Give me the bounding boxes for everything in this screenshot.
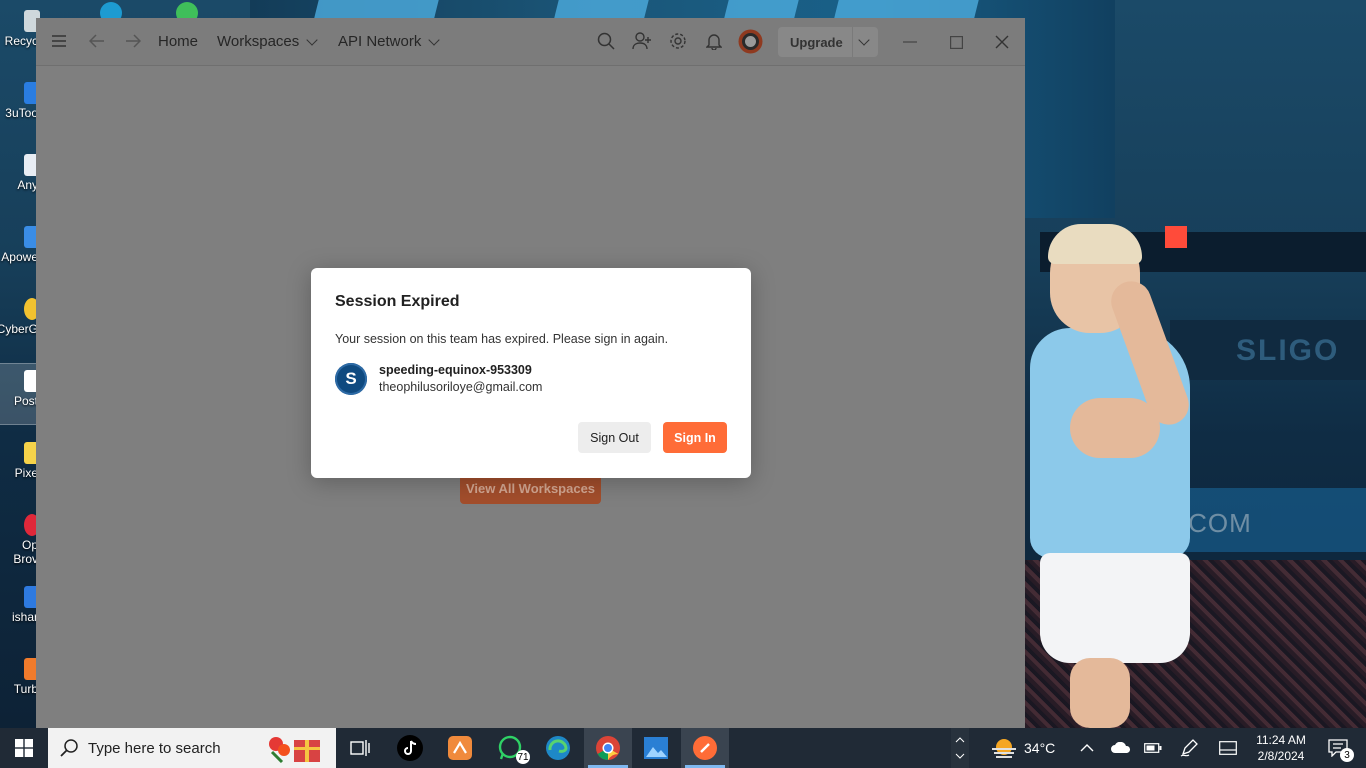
desktop-icon-turbo[interactable]: Turb: [0, 652, 40, 712]
app-orange-icon: [448, 736, 472, 760]
search-icon[interactable]: [595, 30, 617, 52]
close-window-icon[interactable]: [990, 30, 1014, 54]
taskbar-scroll-arrows[interactable]: [951, 728, 969, 768]
taskbar-app-whatsapp[interactable]: 71: [486, 728, 534, 768]
search-highlight-gift-icon: [269, 737, 320, 764]
weather-widget[interactable]: 34°C: [990, 728, 1055, 768]
hamburger-menu-icon[interactable]: [48, 30, 70, 52]
desktop-icon-apowersoft[interactable]: Apowe: [0, 220, 40, 280]
weather-temperature: 34°C: [1024, 740, 1056, 756]
chevron-down-icon: [306, 33, 318, 46]
desktop-icon-opera[interactable]: Op Brov: [0, 508, 40, 568]
maximize-icon[interactable]: [944, 30, 968, 54]
start-button[interactable]: [0, 728, 48, 768]
clock-date: 2/8/2024: [1257, 749, 1305, 763]
postman-icon: [693, 736, 717, 760]
chevron-down-icon: [955, 753, 965, 759]
tablet-mode-icon: [1219, 741, 1237, 755]
app-header: Home Workspaces API Network Upgrade: [36, 18, 1025, 66]
back-arrow-icon[interactable]: [86, 30, 108, 52]
sign-in-button[interactable]: Sign In: [663, 422, 727, 453]
nav-workspaces[interactable]: Workspaces: [217, 18, 318, 65]
taskbar-app-photos[interactable]: [632, 728, 680, 768]
task-view-button[interactable]: [336, 728, 384, 768]
notification-bell-icon[interactable]: [703, 30, 725, 52]
onedrive-tray[interactable]: [1111, 728, 1131, 768]
upgrade-button[interactable]: Upgrade: [778, 27, 878, 57]
desktop-icon-recycle-bin[interactable]: Recyc: [0, 4, 40, 64]
battery-tray[interactable]: [1144, 728, 1162, 768]
dialog-title: Session Expired: [335, 293, 460, 310]
nav-api-network[interactable]: API Network: [338, 18, 441, 65]
wallpaper-player: [1030, 224, 1250, 728]
chevron-down-icon: [428, 33, 441, 46]
clock-time: 11:24 AM: [1256, 733, 1306, 747]
desktop-icon-shareit[interactable]: ishar: [0, 580, 40, 640]
chevron-up-icon: [955, 737, 965, 743]
edge-icon: [546, 736, 570, 760]
minimize-icon[interactable]: [898, 30, 922, 54]
desktop-icons: Recyc 3uToo Any Apowe CyberG Post Pixe O…: [0, 0, 40, 728]
action-center-button[interactable]: 3: [1320, 728, 1356, 768]
dialog-message: Your session on this team has expired. P…: [335, 332, 669, 346]
task-view-icon: [350, 740, 370, 756]
invite-user-icon[interactable]: [631, 30, 653, 52]
taskbar-app-edge[interactable]: [534, 728, 582, 768]
sign-out-button[interactable]: Sign Out: [578, 422, 651, 453]
windows-logo-icon: [15, 739, 33, 757]
team-name: speeding-equinox-953309: [379, 363, 532, 377]
photos-icon: [644, 737, 668, 759]
forward-arrow-icon[interactable]: [122, 30, 144, 52]
account-email: theophilusoriloye@gmail.com: [379, 380, 543, 394]
show-hidden-icons-chevron[interactable]: [1080, 728, 1094, 768]
taskbar-search-box[interactable]: Type here to search: [48, 728, 336, 768]
user-avatar-icon[interactable]: [738, 29, 763, 54]
taskbar-app-chrome[interactable]: [584, 728, 632, 768]
battery-icon: [1144, 743, 1162, 753]
chevron-up-icon: [1080, 744, 1094, 752]
desktop-icon-cyberghost[interactable]: CyberG: [0, 292, 40, 352]
whatsapp-unread-badge: 71: [516, 750, 530, 764]
search-placeholder: Type here to search: [88, 740, 221, 757]
taskbar-app-postman[interactable]: [681, 728, 729, 768]
desktop-icon-3utools[interactable]: 3uToo: [0, 76, 40, 136]
desktop-icon-pixel[interactable]: Pixe: [0, 436, 40, 496]
weather-haze-icon: [992, 739, 1016, 758]
pen-icon: [1180, 739, 1198, 757]
taskbar-app-tiktok[interactable]: [386, 728, 434, 768]
team-avatar: S: [335, 363, 367, 395]
touch-keyboard-tray[interactable]: [1219, 728, 1237, 768]
settings-gear-icon[interactable]: [667, 30, 689, 52]
nav-home[interactable]: Home: [158, 18, 198, 65]
onedrive-cloud-icon: [1111, 742, 1130, 753]
notification-count-badge: 3: [1340, 748, 1354, 762]
pen-workspace-tray[interactable]: [1180, 728, 1198, 768]
tiktok-icon: [397, 735, 423, 761]
search-icon: [60, 739, 78, 757]
desktop-icon-anydesk[interactable]: Any: [0, 148, 40, 208]
desktop-icon-postman[interactable]: Post: [0, 363, 40, 425]
taskbar-app-orange[interactable]: [436, 728, 484, 768]
chrome-icon: [596, 736, 620, 760]
windows-taskbar: Type here to search 71 34°C 11:24 AM 2/8…: [0, 728, 1366, 768]
upgrade-chevron-down-icon[interactable]: [858, 34, 870, 46]
session-expired-dialog: Session Expired Your session on this tea…: [311, 268, 751, 478]
taskbar-clock[interactable]: 11:24 AM 2/8/2024: [1252, 728, 1310, 768]
